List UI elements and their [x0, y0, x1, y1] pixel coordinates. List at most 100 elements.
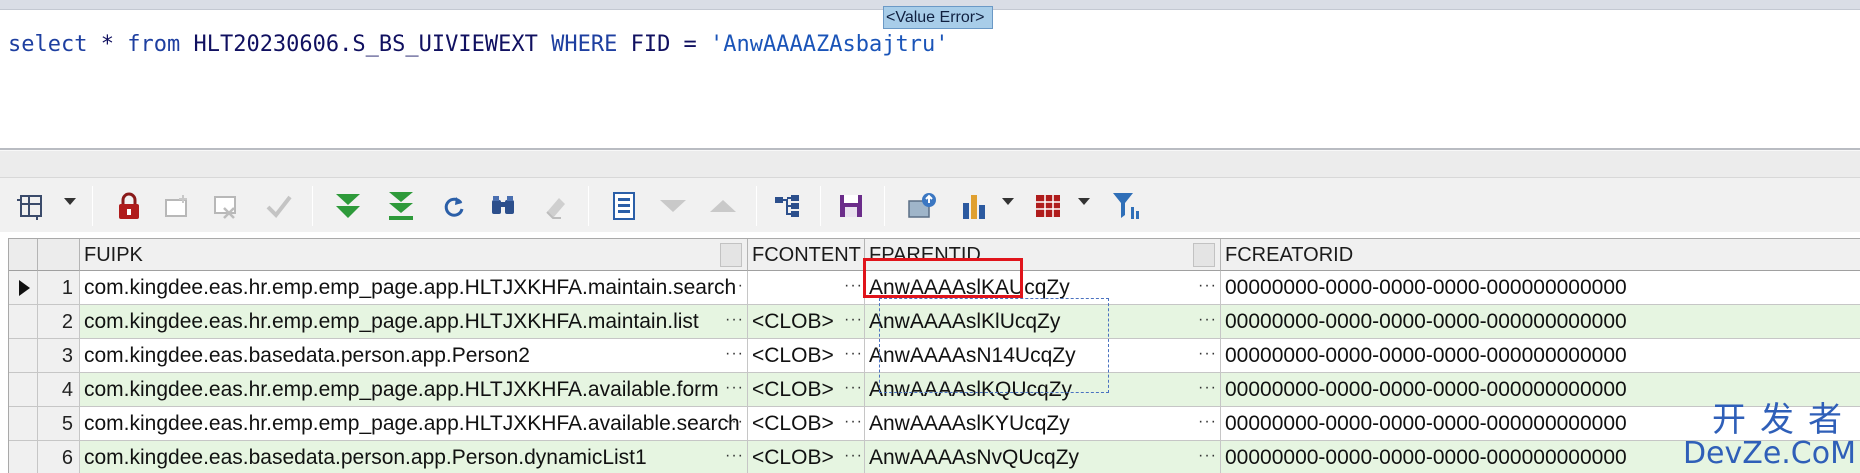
query-by-example-icon[interactable]	[772, 190, 802, 222]
cell-fuipk[interactable]: com.kingdee.eas.basedata.person.app.Pers…	[80, 339, 748, 373]
column-header-fcontent[interactable]: FCONTENT	[748, 239, 865, 271]
column-header-fcreatorid[interactable]: FCREATORID	[1221, 239, 1860, 271]
cell-fparentid[interactable]: AnwAAAAslKYUcqZy ···	[865, 407, 1221, 441]
cell-ellipsis-button[interactable]: ···	[844, 339, 863, 369]
cell-ellipsis-button[interactable]: ···	[844, 271, 863, 301]
sql-star: *	[87, 32, 128, 57]
cell-ellipsis-button[interactable]: ···	[1198, 407, 1217, 437]
cell-ellipsis-button[interactable]: ···	[1198, 339, 1217, 369]
cell-fcontent[interactable]: <CLOB> ···	[748, 373, 865, 407]
cell-ellipsis-button[interactable]: ···	[725, 373, 744, 403]
cell-ellipsis-button[interactable]: ···	[1198, 271, 1217, 301]
cell-fcontent[interactable]: ···	[748, 271, 865, 305]
post-edit-icon[interactable]	[264, 190, 294, 222]
single-record-view-icon[interactable]	[608, 190, 640, 222]
column-sort-button[interactable]	[1193, 243, 1215, 267]
cell-fcontent[interactable]: <CLOB> ···	[748, 441, 865, 473]
cell-fuipk[interactable]: com.kingdee.eas.hr.emp.emp_page.app.HLTJ…	[80, 271, 748, 305]
cell-value: AnwAAAAsNvQUcqZy	[869, 446, 1080, 469]
sql-keyword-select: select	[8, 32, 88, 57]
cell-value: 00000000-0000-0000-0000-000000000000	[1225, 344, 1627, 367]
cell-ellipsis-button[interactable]: ···	[844, 441, 863, 471]
cell-ellipsis-button[interactable]: ···	[1198, 441, 1217, 471]
cell-ellipsis-button[interactable]: ···	[725, 305, 744, 335]
grid-options-dropdown-icon[interactable]	[64, 198, 76, 205]
clear-icon[interactable]	[540, 190, 570, 222]
save-icon[interactable]	[836, 190, 866, 222]
table-row[interactable]: 5 com.kingdee.eas.hr.emp.emp_page.app.HL…	[9, 407, 1860, 441]
cell-ellipsis-button[interactable]: ···	[844, 305, 863, 335]
chart-icon[interactable]	[958, 190, 990, 222]
column-sort-button[interactable]	[720, 243, 742, 267]
cell-ellipsis-button[interactable]: ···	[1198, 373, 1217, 403]
cell-fparentid[interactable]: AnwAAAAsNvQUcqZy ···	[865, 441, 1221, 473]
cell-fuipk[interactable]: com.kingdee.eas.hr.emp.emp_page.app.HLTJ…	[80, 407, 748, 441]
cell-value: 00000000-0000-0000-0000-000000000000	[1225, 310, 1627, 333]
fetch-all-icon[interactable]	[385, 190, 417, 222]
sql-condition-field: FID =	[617, 32, 711, 57]
value-error-cell[interactable]: <Value Error>	[883, 6, 993, 29]
editor-grid-splitter[interactable]	[0, 150, 1860, 178]
current-row-arrow-icon	[19, 280, 30, 296]
cell-fcontent[interactable]: <CLOB> ···	[748, 339, 865, 373]
sql-editor[interactable]: select * from HLT20230606.S_BS_UIVIEWEXT…	[0, 10, 1860, 150]
cell-fuipk[interactable]: com.kingdee.eas.basedata.person.app.Pers…	[80, 441, 748, 473]
sql-keyword-from: from	[127, 32, 181, 57]
column-header-label: FUIPK	[84, 244, 143, 266]
cell-ellipsis-button[interactable]: ···	[725, 339, 744, 369]
find-icon[interactable]	[488, 190, 518, 222]
cell-fcontent[interactable]: <CLOB> ···	[748, 305, 865, 339]
cell-value: <CLOB>	[752, 446, 834, 469]
row-indicator[interactable]	[9, 441, 38, 473]
sql-statement[interactable]: select * from HLT20230606.S_BS_UIVIEWEXT…	[8, 32, 948, 57]
column-header-fuipk[interactable]: FUIPK	[80, 239, 748, 271]
row-indicator[interactable]	[9, 271, 38, 305]
row-number: 6	[38, 441, 80, 473]
toolbar-separator	[820, 186, 821, 226]
table-view-dropdown-icon[interactable]	[1078, 198, 1090, 205]
cell-ellipsis-button[interactable]: ···	[844, 373, 863, 403]
watermark-line2: DevZe.CoM	[1682, 436, 1856, 471]
row-indicator[interactable]	[9, 373, 38, 407]
cell-fcreatorid[interactable]: 00000000-0000-0000-0000-000000000000	[1221, 271, 1860, 305]
cell-fcreatorid[interactable]: 00000000-0000-0000-0000-000000000000	[1221, 339, 1860, 373]
cell-ellipsis-button[interactable]: ···	[725, 441, 744, 471]
cell-value: com.kingdee.eas.basedata.person.app.Pers…	[84, 344, 530, 367]
chart-dropdown-icon[interactable]	[1002, 198, 1014, 205]
column-filter-icon[interactable]	[1110, 190, 1144, 222]
cell-ellipsis-button[interactable]: ···	[1198, 305, 1217, 335]
delete-record-icon[interactable]	[212, 190, 242, 222]
row-indicator[interactable]	[9, 339, 38, 373]
cell-fuipk[interactable]: com.kingdee.eas.hr.emp.emp_page.app.HLTJ…	[80, 373, 748, 407]
grid-options-icon[interactable]	[16, 190, 46, 222]
table-row[interactable]: 6 com.kingdee.eas.basedata.person.app.Pe…	[9, 441, 1860, 473]
cell-fcreatorid[interactable]: 00000000-0000-0000-0000-000000000000	[1221, 305, 1860, 339]
cell-fuipk[interactable]: com.kingdee.eas.hr.emp.emp_page.app.HLTJ…	[80, 305, 748, 339]
refresh-icon[interactable]	[440, 190, 468, 222]
row-indicator[interactable]	[9, 305, 38, 339]
watermark: 开发者 DevZe.CoM	[1683, 402, 1856, 470]
cell-value: <CLOB>	[752, 378, 834, 401]
cell-ellipsis-button[interactable]: ···	[844, 407, 863, 437]
toolbar-separator	[588, 186, 589, 226]
insert-record-icon[interactable]	[162, 190, 192, 222]
sql-keyword-where: WHERE	[551, 32, 618, 57]
row-number: 4	[38, 373, 80, 407]
cell-value: com.kingdee.eas.hr.emp.emp_page.app.HLTJ…	[84, 276, 737, 299]
cell-ellipsis-button[interactable]: ···	[725, 407, 744, 437]
table-view-icon[interactable]	[1032, 190, 1064, 222]
row-number: 5	[38, 407, 80, 441]
row-indicator[interactable]	[9, 407, 38, 441]
toolbar-separator	[756, 186, 757, 226]
cell-fcontent[interactable]: <CLOB> ···	[748, 407, 865, 441]
fetch-next-icon[interactable]	[332, 190, 364, 222]
cell-value: 00000000-0000-0000-0000-000000000000	[1225, 412, 1627, 435]
filter-down-icon[interactable]	[656, 190, 690, 222]
cell-value: com.kingdee.eas.hr.emp.emp_page.app.HLTJ…	[84, 412, 740, 435]
cell-value: 00000000-0000-0000-0000-000000000000	[1225, 276, 1627, 299]
cell-ellipsis-button[interactable]: ···	[725, 271, 744, 301]
export-icon[interactable]	[906, 190, 940, 222]
filter-up-icon[interactable]	[706, 190, 740, 222]
cell-value: com.kingdee.eas.hr.emp.emp_page.app.HLTJ…	[84, 310, 699, 333]
lock-icon[interactable]	[114, 190, 144, 222]
